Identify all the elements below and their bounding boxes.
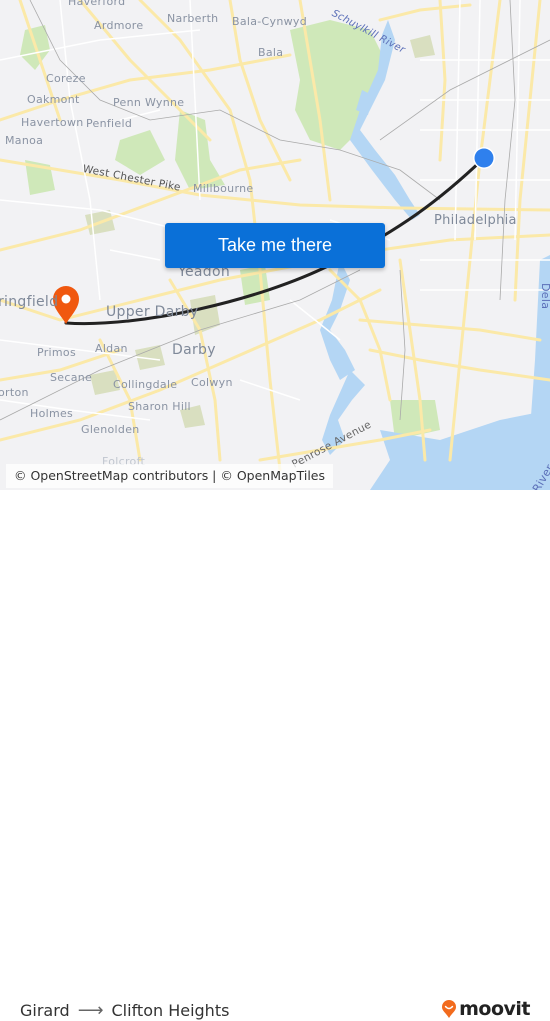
origin-name: Girard xyxy=(20,1001,70,1020)
place-label: Aldan xyxy=(95,342,128,355)
place-label: Narberth xyxy=(167,12,219,25)
destination-name: Clifton Heights xyxy=(111,1001,230,1020)
place-label: Millbourne xyxy=(193,182,254,195)
place-label: Coreze xyxy=(46,72,86,85)
moovit-pin-icon xyxy=(442,1000,457,1018)
take-me-there-button[interactable]: Take me there xyxy=(165,223,385,268)
place-label: Collingdale xyxy=(113,378,178,391)
place-label: orton xyxy=(0,386,29,399)
place-label: Oakmont xyxy=(27,93,80,106)
place-label: Penn Wynne xyxy=(113,96,185,109)
place-label: Penfield xyxy=(86,117,133,130)
place-label: Upper Darby xyxy=(106,304,199,320)
place-label: Darby xyxy=(172,342,216,358)
place-label: Haverford xyxy=(68,0,126,8)
map[interactable]: Haverford Narberth Bala-Cynwyd Ardmore B… xyxy=(0,0,550,490)
origin-marker xyxy=(474,148,494,168)
place-label: Bala-Cynwyd xyxy=(232,15,308,28)
city-label: Philadelphia xyxy=(434,213,517,228)
moovit-wordmark: moovit xyxy=(459,998,530,1020)
place-label: Havertown xyxy=(21,116,84,129)
footer: Girard ⟶ Clifton Heights moovit xyxy=(0,490,550,1021)
park xyxy=(115,130,165,175)
place-label: Holmes xyxy=(30,407,74,420)
place-label: Sharon Hill xyxy=(128,400,191,413)
place-label: Ardmore xyxy=(94,19,144,32)
place-label: ringfield xyxy=(0,294,59,310)
place-label: Secane xyxy=(50,371,93,384)
map-attribution[interactable]: © OpenStreetMap contributors | © OpenMap… xyxy=(6,464,334,488)
place-label: Bala xyxy=(258,46,284,59)
moovit-logo[interactable]: moovit xyxy=(441,998,530,1020)
arrow-right-icon: ⟶ xyxy=(77,1000,104,1021)
place-label: Manoa xyxy=(5,134,44,147)
route-title: Girard ⟶ Clifton Heights xyxy=(20,1000,229,1021)
river-label: Dela xyxy=(539,283,550,310)
place-label: Colwyn xyxy=(191,376,233,389)
place-label: Glenolden xyxy=(81,423,140,436)
place-label: Primos xyxy=(37,346,76,359)
